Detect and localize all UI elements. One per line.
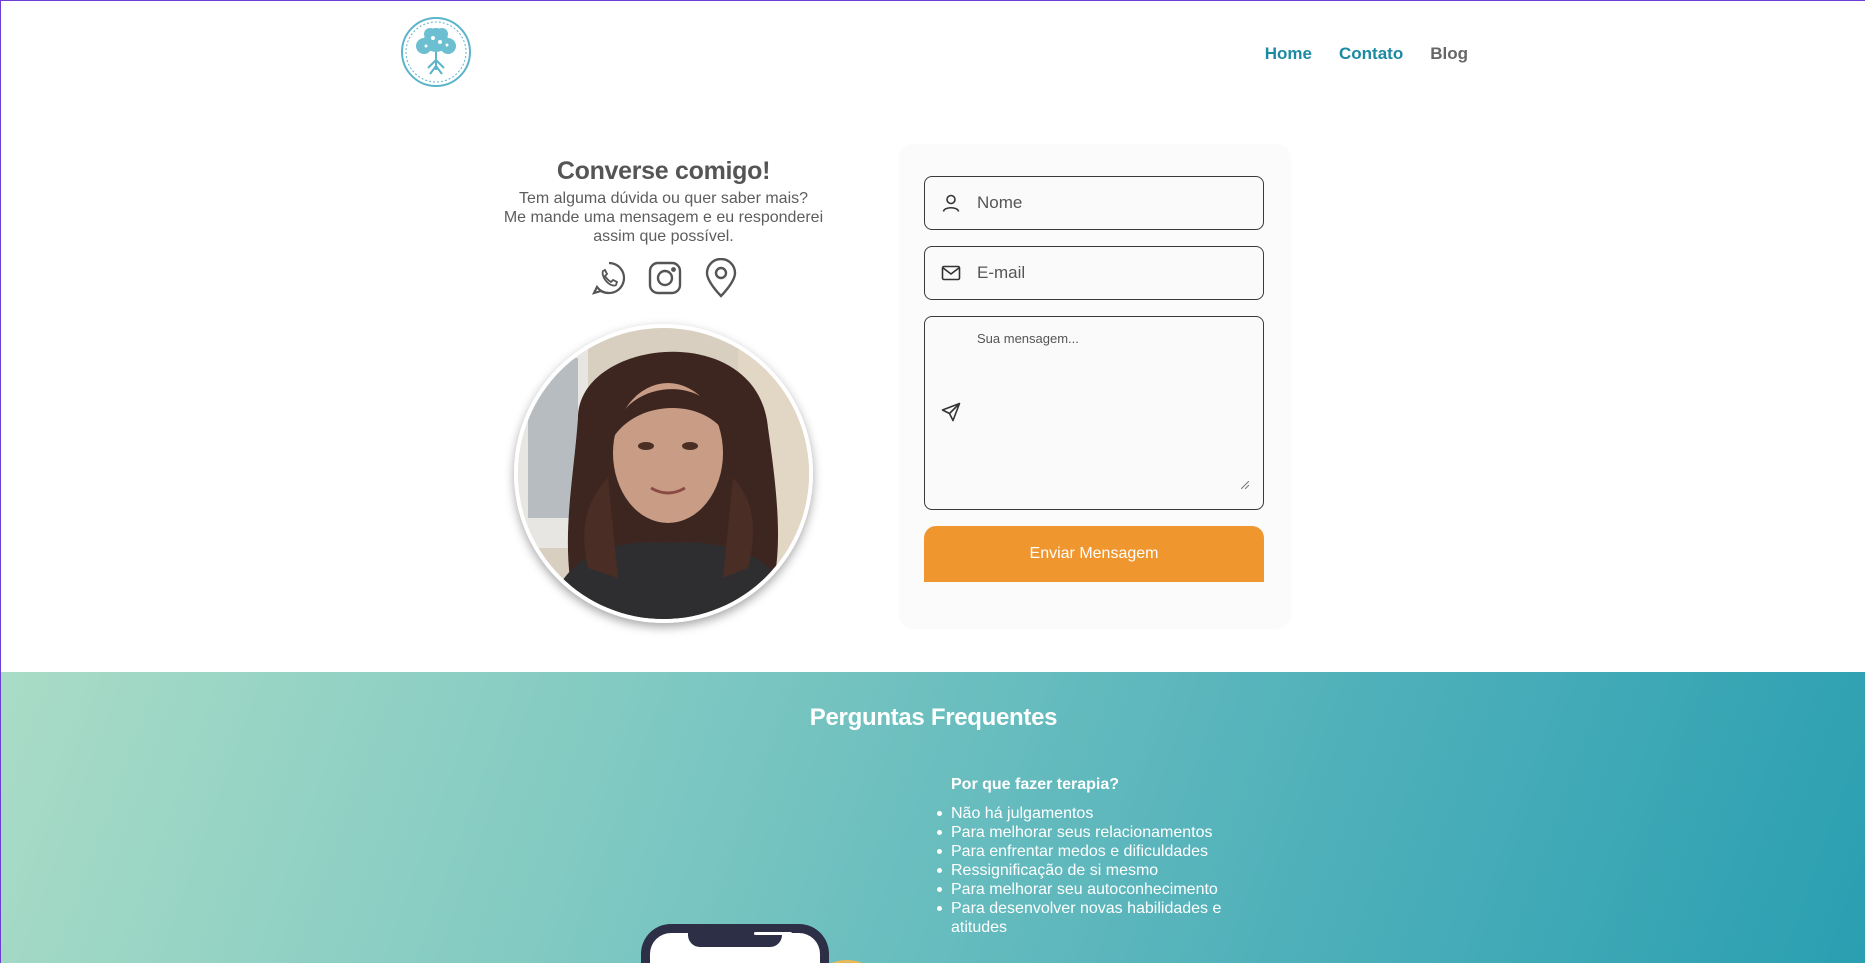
- phone-speaker: [754, 932, 792, 935]
- send-icon: [941, 402, 961, 427]
- email-field[interactable]: [924, 246, 1264, 300]
- faq-question: Por que fazer terapia?: [951, 776, 1120, 793]
- submit-button[interactable]: Enviar Mensagem: [924, 526, 1264, 582]
- mail-icon: [925, 264, 977, 282]
- location-pin-icon[interactable]: [702, 258, 740, 298]
- faq-title: Perguntas Frequentes: [809, 704, 1058, 731]
- nav-blog-link[interactable]: Blog: [1430, 44, 1468, 64]
- nav-home-link[interactable]: Home: [1265, 44, 1312, 64]
- message-field[interactable]: [924, 316, 1264, 510]
- list-item: Para melhorar seus relacionamentos: [937, 823, 1251, 842]
- instagram-icon[interactable]: [646, 258, 684, 298]
- list-item: Não há julgamentos: [937, 804, 1251, 823]
- profile-photo: [514, 324, 813, 623]
- list-item: Para melhorar seu autoconhecimento: [937, 880, 1251, 899]
- resize-handle-icon[interactable]: [1240, 476, 1250, 494]
- email-input[interactable]: [977, 263, 1247, 283]
- nav-contato-link[interactable]: Contato: [1339, 44, 1403, 64]
- site-header: Home Contato Blog: [1, 1, 1865, 111]
- user-icon: [925, 193, 977, 213]
- contact-line-2: Me mande uma mensagem e eu responderei: [503, 209, 824, 226]
- faq-section: Perguntas Frequentes Por que fazer terap…: [1, 672, 1865, 963]
- name-input[interactable]: [977, 193, 1247, 213]
- contact-line-1: Tem alguma dúvida ou quer saber mais?: [518, 190, 809, 207]
- name-field[interactable]: [924, 176, 1264, 230]
- main-nav: Home Contato Blog: [1265, 44, 1468, 64]
- list-item: Para enfrentar medos e dificuldades: [937, 842, 1251, 861]
- list-item: Para desenvolver novas habilidades e ati…: [937, 899, 1251, 937]
- list-item: Ressignificação de si mesmo: [937, 861, 1251, 880]
- contact-line-3: assim que possível.: [593, 228, 734, 245]
- phone-illustration: [641, 924, 829, 963]
- logo-icon[interactable]: [400, 16, 472, 88]
- phone-notch: [688, 930, 792, 947]
- faq-list: Não há julgamentos Para melhorar seus re…: [937, 804, 1251, 937]
- social-links: [590, 258, 740, 298]
- message-textarea[interactable]: [977, 331, 1253, 491]
- contact-intro: Converse comigo! Tem alguma dúvida ou qu…: [491, 157, 836, 246]
- whatsapp-icon[interactable]: [590, 258, 628, 298]
- contact-title: Converse comigo!: [556, 157, 771, 185]
